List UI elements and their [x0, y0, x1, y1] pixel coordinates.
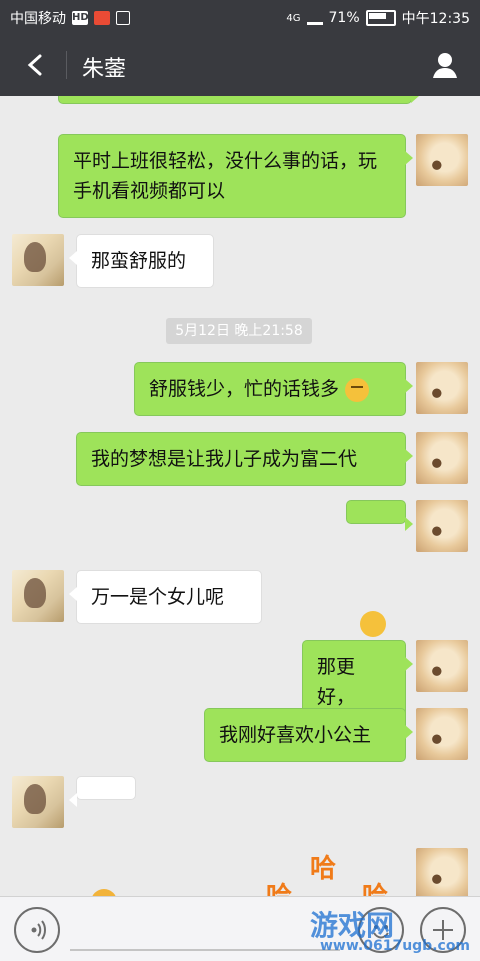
message-text: 化 [73, 96, 92, 99]
status-left: 中国移动 HD [10, 8, 130, 28]
video-app-icon [94, 11, 110, 25]
my-avatar[interactable] [416, 362, 468, 414]
message-bubble-partial[interactable]: 化 [58, 96, 419, 104]
contact-avatar[interactable] [12, 776, 64, 828]
haha-text: 哈 [266, 876, 292, 896]
contact-info-icon[interactable] [428, 48, 462, 82]
haha-text: 哈 [362, 876, 388, 896]
clock: 中午12:35 [401, 11, 470, 27]
haha-text: 哈 [310, 854, 337, 884]
message-text: 那更好， [317, 656, 356, 708]
battery-percent: 71% [328, 10, 360, 26]
contact-avatar[interactable] [12, 570, 64, 622]
chat-header: 朱蓥 [0, 34, 480, 96]
voice-input-button[interactable] [14, 907, 60, 953]
message-bubble[interactable]: 我的梦想是让我儿子成为富二代 [76, 432, 413, 486]
message-text: 万一是个女儿呢 [91, 586, 225, 608]
my-avatar[interactable] [416, 134, 468, 186]
contact-avatar[interactable] [12, 234, 64, 286]
message-text: 我刚好喜欢小公主 [219, 724, 372, 746]
signal-icon [306, 11, 323, 25]
carrier-label: 中国移动 [10, 11, 66, 27]
my-avatar[interactable] [416, 708, 468, 760]
hd-icon: HD [72, 11, 89, 25]
header-divider [66, 51, 67, 79]
status-bar: 中国移动 HD 4G 71% 中午12:35 [0, 0, 480, 34]
music-app-icon [116, 11, 130, 25]
my-avatar[interactable] [416, 500, 468, 552]
message-text: 那蛮舒服的 [91, 250, 187, 272]
my-avatar[interactable] [416, 848, 468, 896]
message-bubble[interactable]: 平时上班很轻松，没什么事的话，玩手机看视频都可以 [58, 134, 413, 218]
message-bubble[interactable]: 那蛮舒服的 [69, 234, 214, 288]
message-text: 平时上班很轻松，没什么事的话，玩手机看视频都可以 [73, 150, 378, 202]
timestamp: 5月12日 晚上21:58 [166, 318, 312, 344]
my-avatar[interactable] [416, 640, 468, 692]
network-label: 4G [286, 12, 301, 24]
message-bubble[interactable]: 万一是个女儿呢 [69, 570, 262, 624]
message-bubble[interactable]: 我刚好喜欢小公主 [204, 708, 413, 762]
message-bubble[interactable] [69, 776, 136, 807]
laughing-emoji-icon [91, 889, 117, 896]
watermark-url: www.0617ugb.com [320, 938, 471, 954]
voice-icon [31, 920, 46, 940]
status-right: 4G 71% 中午12:35 [286, 8, 470, 28]
battery-icon [365, 10, 396, 26]
my-avatar[interactable] [416, 432, 468, 484]
watermark: 游戏网 www.0617ugb.com [310, 900, 480, 960]
message-bubble[interactable]: 舒服钱少，忙的话钱多 [134, 362, 413, 416]
smile-emoji-icon [360, 611, 386, 637]
message-text: 我的梦想是让我儿子成为富二代 [91, 448, 358, 470]
message-input[interactable] [70, 907, 340, 951]
chat-title: 朱蓥 [82, 57, 127, 82]
message-bubble[interactable] [346, 500, 413, 531]
message-text: 舒服钱少，忙的话钱多 [149, 378, 340, 400]
back-arrow-icon[interactable] [18, 48, 52, 82]
chat-messages[interactable]: 化 平时上班很轻松，没什么事的话，玩手机看视频都可以 那蛮舒服的 5月12日 晚… [0, 96, 480, 896]
unamused-emoji-icon [345, 377, 370, 402]
